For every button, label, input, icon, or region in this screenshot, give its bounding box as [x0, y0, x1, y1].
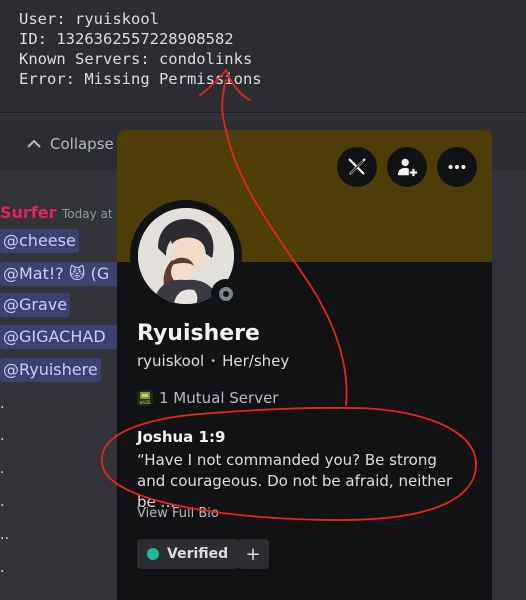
status-indicator [211, 279, 241, 309]
chevron-up-icon [27, 139, 41, 148]
message-dot: . [0, 560, 5, 576]
add-role-button[interactable]: + [237, 539, 269, 569]
more-options-button[interactable] [437, 147, 477, 187]
server-icon-text: HAZE [139, 400, 150, 405]
server-icon: HAZE [137, 390, 153, 406]
mention-cheese[interactable]: @cheese [0, 229, 79, 253]
mutual-servers-label: 1 Mutual Server [159, 389, 279, 407]
code-line-error: Error: Missing Permissions [19, 70, 262, 88]
message-timestamp: Today at [62, 207, 113, 221]
add-friend-icon [397, 158, 418, 177]
separator: • [210, 355, 217, 367]
view-full-bio-link[interactable]: View Full Bio [137, 506, 219, 521]
profile-username[interactable]: ryuiskool [137, 352, 204, 370]
code-line-id: ID: 1326362557228908582 [19, 30, 234, 48]
add-friend-button[interactable] [387, 147, 427, 187]
mention-gigachad[interactable]: @GIGACHAD [0, 325, 121, 349]
code-line-user: User: ryuiskool [19, 10, 159, 28]
profile-username-line: ryuiskool • Her/shey [137, 352, 289, 370]
code-block: User: ryuiskool ID: 1326362557228908582 … [0, 0, 526, 113]
offline-status-icon [219, 287, 233, 301]
message-dot: . [0, 428, 5, 444]
profile-display-name: Ryuishere [137, 321, 260, 346]
collapse-label: Collapse [50, 135, 114, 153]
message-dot: .. [0, 527, 9, 543]
mutual-servers-link[interactable]: HAZE 1 Mutual Server [137, 389, 278, 407]
message-dot: . [0, 494, 5, 510]
block-button[interactable] [337, 147, 377, 187]
role-chip-verified[interactable]: Verified [137, 539, 239, 569]
mention-mat[interactable]: @Mat!? 😾 (G [0, 262, 121, 286]
avatar-container[interactable] [130, 200, 242, 312]
mention-grave[interactable]: @Grave [0, 293, 71, 317]
code-line-servers: Known Servers: condolinks [19, 50, 253, 68]
message-dot: . [0, 461, 5, 477]
collapse-button[interactable]: Collapse [26, 135, 114, 153]
server-logo: HAZE [139, 392, 151, 405]
message-dot: . [0, 396, 5, 412]
more-icon [448, 164, 466, 170]
swords-icon [348, 158, 366, 175]
message-sender[interactable]: Surfer [0, 203, 57, 222]
mention-ryuishere[interactable]: @Ryuishere [0, 358, 101, 382]
role-label: Verified [167, 546, 229, 562]
bio-text: “Have I not commanded you? Be strong and… [137, 451, 453, 511]
profile-pronouns: Her/shey [222, 352, 290, 370]
bio-title: Joshua 1:9 [137, 428, 226, 446]
user-profile-popout: Ryuishere ryuiskool • Her/shey HAZE 1 Mu… [117, 130, 492, 600]
role-color-dot [147, 548, 159, 560]
